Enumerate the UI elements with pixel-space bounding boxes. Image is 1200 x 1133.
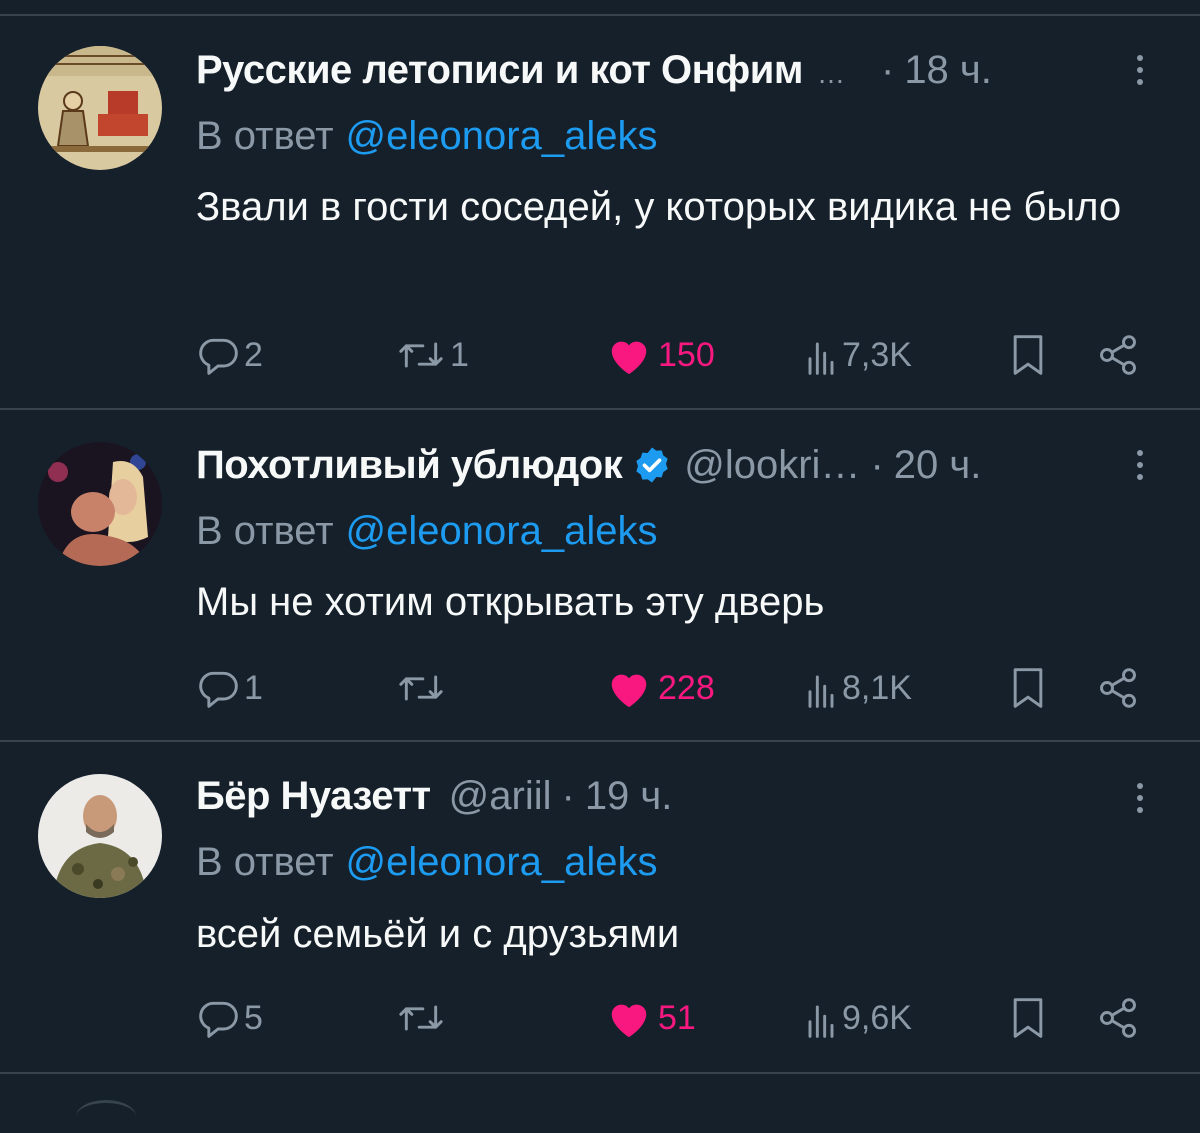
retweet-button[interactable] xyxy=(396,660,450,716)
views-button[interactable]: 9,6K xyxy=(804,990,912,1046)
like-button[interactable]: 228 xyxy=(606,660,715,716)
reply-mention-link[interactable]: @eleonora_aleks xyxy=(346,840,658,885)
separator-dot: · xyxy=(870,442,884,487)
like-count: 228 xyxy=(658,668,715,707)
heart-icon xyxy=(611,1004,647,1038)
retweet-button[interactable]: 1 xyxy=(396,327,469,383)
separator-dot: · xyxy=(880,47,895,92)
retweet-button[interactable] xyxy=(396,990,450,1046)
views-count: 9,6K xyxy=(842,998,912,1037)
views-count: 7,3K xyxy=(842,335,912,374)
avatar-chronicle-image xyxy=(38,46,162,170)
more-icon[interactable] xyxy=(1130,437,1150,493)
reply-context: В ответ @eleonora_aleks xyxy=(196,834,657,890)
action-bar: 1 228 8,1K xyxy=(196,660,1156,716)
tweet-text: Мы не хотим открывать эту дверь xyxy=(196,580,825,624)
avatar[interactable] xyxy=(38,774,162,898)
reply-icon xyxy=(199,1001,238,1038)
retweet-icon xyxy=(399,675,443,701)
author-name[interactable]: Русские летописи и кот Онфим xyxy=(196,48,803,93)
retweet-count: 1 xyxy=(450,335,469,374)
reply-button[interactable]: 1 xyxy=(196,660,263,716)
bookmark-button[interactable] xyxy=(1008,660,1048,716)
views-button[interactable]: 8,1K xyxy=(804,660,912,716)
more-icon[interactable] xyxy=(1130,770,1150,826)
avatar-photo xyxy=(38,442,162,566)
verified-badge-icon xyxy=(636,447,668,483)
timestamp[interactable]: 19 ч. xyxy=(585,774,673,819)
timestamp[interactable]: 20 ч. xyxy=(894,443,982,488)
author-handle[interactable]: @lookri… xyxy=(684,443,860,488)
reply-count: 2 xyxy=(244,335,263,374)
author-handle[interactable]: @ariil xyxy=(449,774,552,819)
action-bar: 5 51 9,6K xyxy=(196,990,1156,1046)
like-button[interactable]: 51 xyxy=(606,990,696,1046)
reply-prefix: В ответ xyxy=(196,839,334,884)
share-button[interactable] xyxy=(1096,327,1140,383)
next-tweet-avatar-partial xyxy=(76,1100,136,1133)
share-button[interactable] xyxy=(1096,660,1140,716)
tweet-header: Похотливый ублюдок @lookri… · 20 ч. xyxy=(196,437,1140,493)
tweet-3[interactable]: Бёр Нуазетт @ariil · 19 ч. В ответ @eleo… xyxy=(0,742,1200,1072)
more-icon[interactable] xyxy=(1130,42,1150,98)
reply-mention-link[interactable]: @eleonora_aleks xyxy=(346,114,658,159)
reply-prefix: В ответ xyxy=(196,508,334,553)
tweet-header: Бёр Нуазетт @ariil · 19 ч. xyxy=(196,768,1140,824)
bookmark-button[interactable] xyxy=(1008,990,1048,1046)
avatar[interactable] xyxy=(38,442,162,566)
bookmark-icon xyxy=(1013,998,1043,1038)
reply-context: В ответ @eleonora_aleks xyxy=(196,503,657,559)
retweet-icon xyxy=(399,342,443,368)
share-icon xyxy=(1100,668,1136,708)
tweet-divider xyxy=(0,1072,1200,1074)
tweet-text: Звали в гости соседей, у которых видика … xyxy=(196,185,1122,229)
reply-prefix: В ответ xyxy=(196,113,334,158)
share-icon xyxy=(1100,335,1136,375)
separator-dot: · xyxy=(561,773,575,818)
retweet-icon xyxy=(399,1005,443,1031)
like-count: 150 xyxy=(658,335,715,374)
views-icon xyxy=(808,342,834,375)
heart-icon xyxy=(611,341,647,375)
timestamp[interactable]: 18 ч. xyxy=(904,48,992,93)
avatar[interactable] xyxy=(38,46,162,170)
reply-mention-link[interactable]: @eleonora_aleks xyxy=(346,509,658,554)
views-icon xyxy=(808,1005,834,1038)
views-button[interactable]: 7,3K xyxy=(804,327,912,383)
author-name[interactable]: Бёр Нуазетт xyxy=(196,774,431,819)
share-icon xyxy=(1100,998,1136,1038)
reply-count: 1 xyxy=(244,668,263,707)
views-count: 8,1K xyxy=(842,668,912,707)
views-icon xyxy=(808,675,834,708)
heart-icon xyxy=(611,674,647,708)
like-button[interactable]: 150 xyxy=(606,327,715,383)
avatar-photo xyxy=(38,774,162,898)
bookmark-icon xyxy=(1013,668,1043,708)
reply-context: В ответ @eleonora_aleks xyxy=(196,108,657,164)
tweet-2[interactable]: Похотливый ублюдок @lookri… · 20 ч. В от… xyxy=(0,410,1200,740)
reply-button[interactable]: 5 xyxy=(196,990,263,1046)
reply-count: 5 xyxy=(244,998,263,1037)
tweet-header: Русские летописи и кот Онфим … · 18 ч. xyxy=(196,42,1140,98)
share-button[interactable] xyxy=(1096,990,1140,1046)
bookmark-icon xyxy=(1013,335,1043,375)
tweet-text: всей семьёй и с друзьями xyxy=(196,912,680,956)
reply-icon xyxy=(199,338,238,375)
name-truncation: … xyxy=(816,58,845,89)
bookmark-button[interactable] xyxy=(1008,327,1048,383)
author-name[interactable]: Похотливый ублюдок xyxy=(196,443,623,488)
reply-icon xyxy=(199,671,238,708)
like-count: 51 xyxy=(658,998,696,1037)
tweet-1[interactable]: Русские летописи и кот Онфим … · 18 ч. В… xyxy=(0,0,1200,410)
reply-button[interactable]: 2 xyxy=(196,327,263,383)
action-bar: 2 1 150 7,3K xyxy=(196,327,1156,383)
